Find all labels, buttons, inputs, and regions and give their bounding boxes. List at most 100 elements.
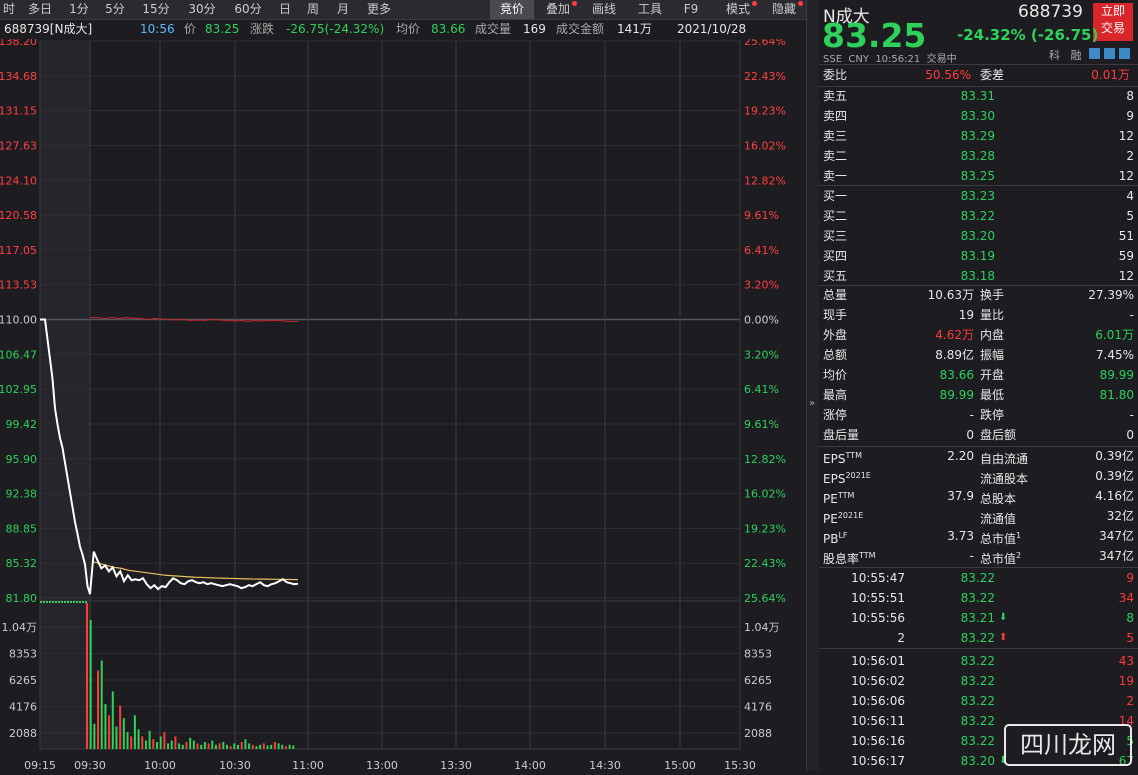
bid-volume: 4 [1126, 189, 1134, 203]
volume-bar [141, 736, 144, 749]
stat-label: 外盘 [823, 328, 848, 342]
stat-row: 总量 10.63万 换手 27.39% [819, 285, 1138, 305]
bid-label: 买二 [823, 209, 848, 223]
toolbar-item-7[interactable]: 日 [274, 0, 296, 19]
percent-tick-label: 12.82% [744, 453, 786, 466]
stat-label: 开盘 [980, 368, 1005, 382]
volume-bar [248, 743, 251, 749]
volume-bar [259, 744, 262, 749]
volume-bar [148, 730, 151, 749]
volume-tick-label: 1.04万 [2, 621, 38, 634]
bid-label: 买三 [823, 229, 848, 243]
tick-price: 83.22 [960, 714, 995, 728]
tick-price: 83.21 [960, 611, 995, 625]
toolbar-item-13[interactable]: 画线 [584, 0, 624, 19]
volume-bar [156, 741, 158, 749]
toolbar-item-14[interactable]: 工具 [630, 0, 670, 19]
tick-price: 83.22 [960, 591, 995, 605]
toolbar-item-6[interactable]: 60分 [228, 0, 268, 19]
info-volume-label: 成交量 [475, 22, 512, 36]
intraday-chart-svg[interactable]: 138.20 25.64% 134.68 22.43% 131.15 19.23% 127.… [0, 35, 806, 772]
stat-value: 0 [1126, 428, 1134, 442]
price-tick-label: 113.53 [0, 279, 37, 292]
percent-tick-label: 9.61% [744, 418, 779, 431]
tick-volume: 34 [1118, 591, 1134, 605]
trade-now-button[interactable]: 立即 交易 [1093, 3, 1133, 41]
toolbar-item-9[interactable]: 月 [330, 0, 356, 19]
pin-icon[interactable] [1104, 48, 1115, 59]
volume-bar [222, 741, 225, 749]
ask-volume: 9 [1126, 109, 1134, 123]
volume-tick-label: 2088 [9, 727, 37, 740]
add-icon[interactable] [1119, 48, 1130, 59]
tag-star-market: 科 [1049, 49, 1060, 62]
bid-row: 买五 83.18 12 [819, 266, 1138, 286]
stat-label: 总量 [823, 288, 848, 302]
stat-label: 涨停 [823, 408, 848, 422]
volume-bar [284, 746, 287, 749]
stat-row: 现手 19 量比 - [819, 305, 1138, 325]
volume-bar [207, 743, 210, 749]
intraday-chart[interactable]: 138.20 25.64% 134.68 22.43% 131.15 19.23% 127.… [0, 35, 806, 772]
tick-time: 10:56:06 [851, 694, 905, 708]
toolbar-item-4[interactable]: 15分 [136, 0, 176, 19]
volume-tick-label: 4176 [9, 701, 37, 714]
notification-dot-icon [798, 1, 803, 6]
tick-time: 10:56:17 [851, 754, 905, 768]
toolbar-item-2[interactable]: 1分 [64, 0, 94, 19]
price-tick-label: 117.05 [0, 244, 37, 257]
fundamental-row: 0.39亿 EPS2021E 流通股本 [819, 466, 1138, 486]
toolbar-item-5[interactable]: 30分 [182, 0, 222, 19]
tick-time: 2 [897, 631, 905, 645]
fundamental-row: 3.73 347亿 PBLF 总市值1 [819, 526, 1138, 546]
volume-bar [237, 744, 240, 749]
panel-collapse-bar[interactable]: » [806, 0, 820, 771]
tick-row: 10:56:01 83.22 43 [819, 651, 1138, 671]
time-tick-label: 14:30 [589, 759, 621, 771]
tick-time: 10:56:01 [851, 654, 905, 668]
bid-label: 买四 [823, 249, 848, 263]
stat-label: 换手 [980, 288, 1005, 302]
info-time: 10:56 [140, 22, 175, 36]
info-avg: 83.66 [431, 22, 466, 36]
edit-icon[interactable] [1089, 48, 1100, 59]
toolbar-item-0[interactable]: 时 [0, 0, 18, 19]
price-tick-label: 95.90 [6, 453, 38, 466]
toolbar-item-10[interactable]: 更多 [360, 0, 398, 19]
stat-value: 0 [966, 428, 974, 442]
toolbar-item-11[interactable]: 竞价 [490, 0, 534, 19]
volume-bar [111, 691, 114, 749]
bid-label: 买五 [823, 269, 848, 283]
stat-label: 振幅 [980, 348, 1005, 362]
info-change-label: 涨跌 [250, 22, 275, 36]
toolbar-item-15[interactable]: F9 [676, 0, 706, 19]
volume-bar [152, 739, 155, 749]
price-tick-label: 134.68 [0, 70, 37, 83]
percent-tick-label: 16.02% [744, 139, 786, 152]
volume-bar [255, 746, 258, 749]
price-tick-label: 81.80 [6, 592, 38, 605]
toolbar-item-3[interactable]: 5分 [100, 0, 130, 19]
stat-value: 7.45% [1095, 348, 1134, 362]
percent-tick-label: 25.64% [744, 592, 786, 605]
info-date: 2021/10/28 [677, 22, 747, 36]
volume-tick-label: 6265 [9, 674, 37, 687]
time-tick-label: 14:00 [514, 759, 546, 771]
bid-row: 买四 83.19 59 [819, 246, 1138, 266]
volume-bar [104, 704, 107, 749]
percent-tick-label: 22.43% [744, 557, 786, 570]
tick-price: 83.20 [960, 754, 995, 768]
price-tick-label: 99.42 [6, 418, 38, 431]
quote-panel: N成大 688739 立即 交易 83.25 -24.32% (-26.75) … [819, 0, 1138, 771]
watermark-logo: 四川龙网 [1004, 724, 1132, 766]
volume-bar [203, 741, 206, 749]
tick-volume: 8 [1126, 611, 1134, 625]
stat-label: 均价 [823, 368, 848, 382]
fund-value: 3.73 [947, 529, 974, 543]
info-price-label: 价 [184, 22, 197, 36]
fund-label: 总市值2 [980, 551, 1022, 566]
price-tick-label: 92.38 [6, 488, 38, 501]
toolbar-item-8[interactable]: 周 [300, 0, 326, 19]
toolbar-item-1[interactable]: 多日 [22, 0, 58, 19]
chevron-right-icon[interactable]: » [809, 398, 815, 409]
